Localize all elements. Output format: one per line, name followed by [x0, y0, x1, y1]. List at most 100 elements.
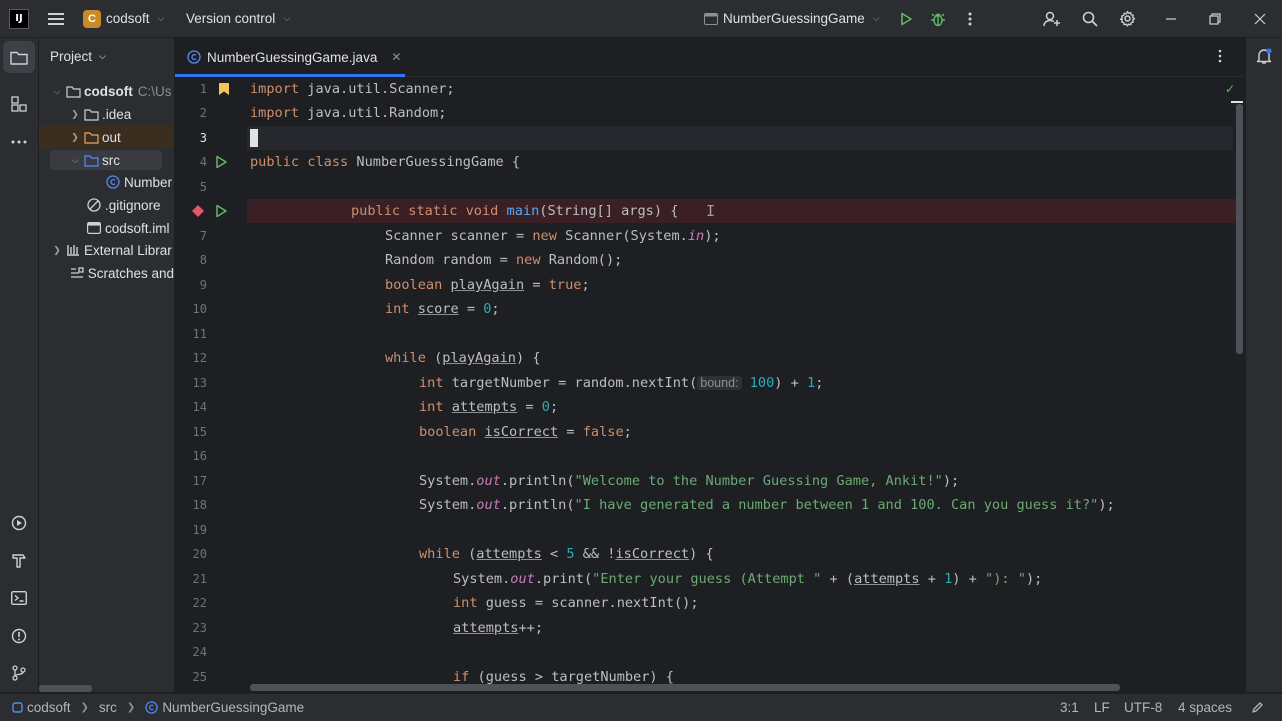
- code-line-12[interactable]: while (playAgain) {: [385, 346, 541, 370]
- notifications-button[interactable]: [1255, 47, 1273, 68]
- close-icon: [1254, 13, 1266, 24]
- tree-item-number-class[interactable]: Number: [39, 171, 174, 193]
- line-number: 18: [192, 498, 207, 512]
- code-line-13[interactable]: int targetNumber = random.nextInt(bound:…: [419, 371, 823, 395]
- line-number: 13: [192, 376, 207, 390]
- project-tool-button[interactable]: [3, 41, 35, 73]
- tree-item-src[interactable]: ⌵ src: [39, 149, 174, 171]
- project-widget[interactable]: C codsoft ⌵: [83, 0, 164, 37]
- read-only-toggle[interactable]: [1251, 694, 1264, 721]
- tab-number-guessing-game[interactable]: NumberGuessingGame.java ✕: [175, 38, 405, 77]
- folder-icon: [65, 83, 81, 99]
- library-icon: [65, 242, 81, 258]
- code-line-22[interactable]: int guess = scanner.nextInt();: [453, 591, 699, 615]
- code-line-18[interactable]: System.out.println("I have generated a n…: [419, 493, 1115, 517]
- java-class-icon: [145, 701, 158, 714]
- main-menu-icon[interactable]: [40, 0, 72, 37]
- code-line-8[interactable]: Random random = new Random();: [385, 248, 622, 272]
- tree-item-iml[interactable]: codsoft.iml: [39, 217, 174, 239]
- tree-item-scratches[interactable]: Scratches and: [39, 262, 174, 284]
- tree-item-external-libraries[interactable]: ❯ External Librar: [39, 239, 174, 261]
- line-number: 3: [199, 131, 207, 145]
- terminal-icon: [11, 591, 27, 605]
- line-number: 11: [192, 327, 207, 341]
- no-problems-check-icon[interactable]: ✓: [1225, 82, 1235, 96]
- code-line-21[interactable]: System.out.print("Enter your guess (Atte…: [453, 567, 1042, 591]
- debug-button[interactable]: [922, 0, 954, 37]
- vertical-scrollbar[interactable]: [1236, 104, 1243, 354]
- code-line-6[interactable]: public static void main(String[] args) {: [351, 199, 678, 223]
- minimize-icon: [1166, 17, 1176, 20]
- chevron-down-icon: ⌵: [157, 13, 165, 23]
- tab-options-button[interactable]: [1218, 49, 1222, 66]
- more-actions-button[interactable]: [954, 0, 986, 37]
- tree-item-codsoft[interactable]: ⌵ codsoft C:\Us: [39, 80, 174, 102]
- more-tools-button[interactable]: [3, 126, 35, 158]
- problems-tool-button[interactable]: [3, 620, 35, 652]
- code-with-me-button[interactable]: [1036, 0, 1068, 37]
- restore-icon: [1209, 12, 1221, 25]
- add-user-icon: [1043, 11, 1060, 26]
- code-line-17[interactable]: System.out.println("Welcome to the Numbe…: [419, 469, 959, 493]
- git-tool-button[interactable]: [3, 657, 35, 689]
- run-gutter-icon[interactable]: [214, 204, 228, 221]
- settings-button[interactable]: [1111, 0, 1143, 37]
- tree-item-gitignore[interactable]: .gitignore: [39, 194, 174, 216]
- vcs-widget[interactable]: Version control ⌵: [186, 0, 290, 37]
- breadcrumb-class[interactable]: NumberGuessingGame: [162, 700, 304, 715]
- structure-tool-button[interactable]: [3, 88, 35, 120]
- tree-path: C:\Us: [137, 83, 172, 99]
- tree-label: codsoft: [84, 83, 133, 99]
- code-line-9[interactable]: boolean playAgain = true;: [385, 273, 590, 297]
- restore-button[interactable]: [1199, 0, 1231, 37]
- tree-item-idea[interactable]: ❯ .idea: [39, 103, 174, 125]
- code-line-10[interactable]: int score = 0;: [385, 297, 500, 321]
- code-line-14[interactable]: int attempts = 0;: [419, 395, 558, 419]
- line-number: 10: [192, 302, 207, 316]
- close-tab-icon[interactable]: ✕: [391, 50, 401, 64]
- java-class-icon: [105, 174, 121, 190]
- project-panel-header[interactable]: Project ⌵: [50, 38, 106, 75]
- line-number: 20: [192, 547, 207, 561]
- run-config-widget[interactable]: NumberGuessingGame ⌵: [704, 0, 880, 37]
- code-line-15[interactable]: boolean isCorrect = false;: [419, 420, 632, 444]
- build-tool-button[interactable]: [3, 545, 35, 577]
- tree-item-out[interactable]: ❯ out: [39, 126, 174, 148]
- code-line-2[interactable]: import java.util.Random;: [250, 101, 446, 125]
- file-encoding[interactable]: UTF-8: [1124, 694, 1162, 721]
- folder-icon: [10, 51, 28, 65]
- services-tool-button[interactable]: [3, 507, 35, 539]
- code-line-1[interactable]: import java.util.Scanner;: [250, 77, 455, 101]
- caret-position[interactable]: 3:1: [1060, 694, 1079, 721]
- bookmark-icon[interactable]: [218, 82, 230, 99]
- line-number: 12: [192, 351, 207, 365]
- tab-label: NumberGuessingGame.java: [207, 49, 378, 65]
- code-line-23[interactable]: attempts++;: [453, 616, 543, 640]
- code-line-4[interactable]: public class NumberGuessingGame {: [250, 150, 520, 174]
- line-number: 23: [192, 621, 207, 635]
- code-line-20[interactable]: while (attempts < 5 && !isCorrect) {: [419, 542, 714, 566]
- line-number: 1: [199, 82, 207, 96]
- terminal-tool-button[interactable]: [3, 582, 35, 614]
- breadcrumb-src[interactable]: src: [99, 700, 117, 715]
- breakpoint-icon[interactable]: [191, 204, 205, 221]
- minimize-button[interactable]: [1155, 0, 1187, 37]
- run-button[interactable]: [890, 0, 922, 37]
- debug-icon: [931, 13, 945, 26]
- horizontal-scrollbar[interactable]: [39, 685, 92, 692]
- tree-label: .idea: [102, 106, 132, 122]
- line-separator[interactable]: LF: [1094, 694, 1110, 721]
- line-number: 16: [192, 449, 207, 463]
- breadcrumb-project[interactable]: codsoft: [27, 700, 71, 715]
- editor-horizontal-scrollbar[interactable]: [250, 684, 1120, 691]
- tree-label: External Librar: [84, 242, 172, 258]
- inlay-hint: bound:: [697, 376, 742, 390]
- close-window-button[interactable]: [1244, 0, 1276, 37]
- java-class-icon: [187, 50, 201, 64]
- search-button[interactable]: [1074, 0, 1106, 37]
- run-gutter-icon[interactable]: [214, 155, 228, 172]
- indent-setting[interactable]: 4 spaces: [1178, 694, 1232, 721]
- structure-icon: [11, 96, 27, 112]
- caret-marker: [1231, 101, 1243, 103]
- code-line-7[interactable]: Scanner scanner = new Scanner(System.in)…: [385, 224, 721, 248]
